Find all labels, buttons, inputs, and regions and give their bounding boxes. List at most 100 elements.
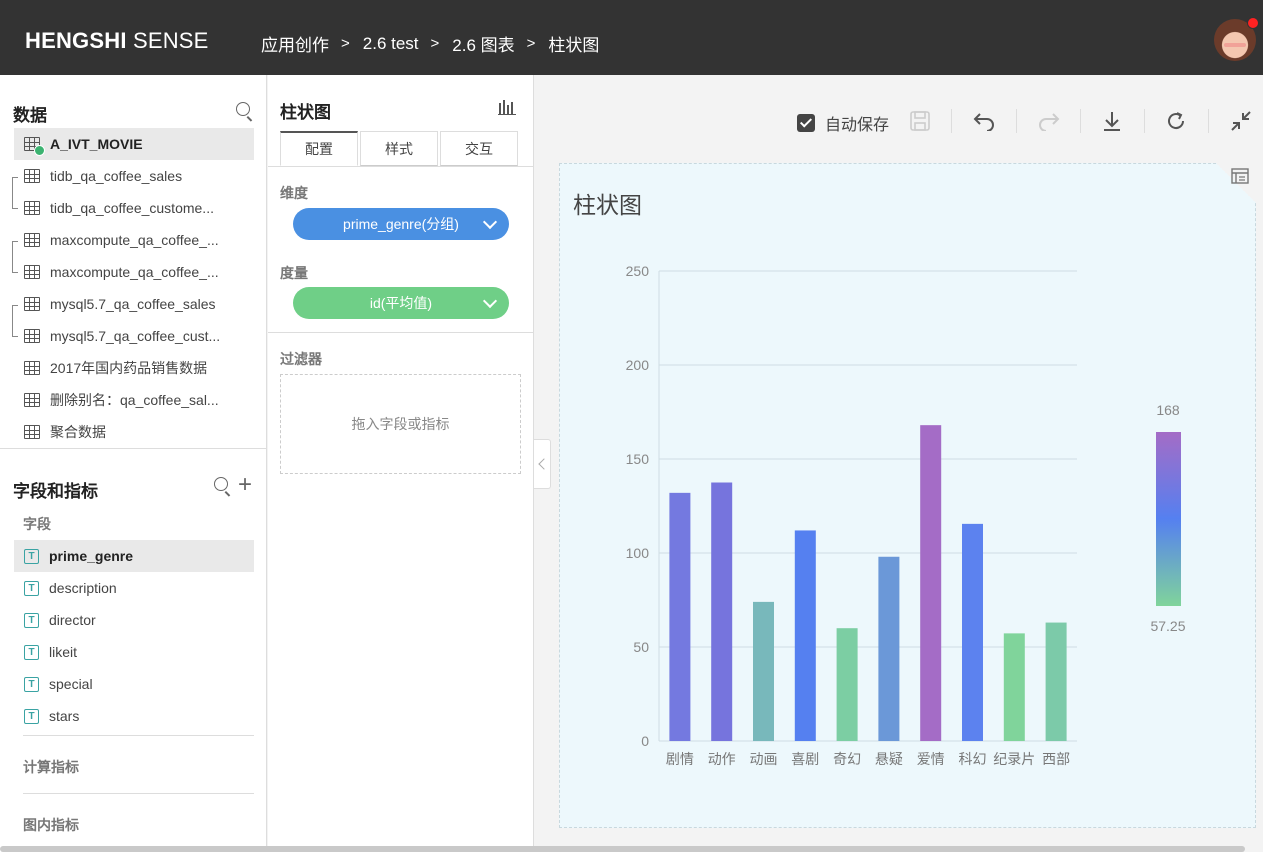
table-item-label: mysql5.7_qa_coffee_cust...	[50, 328, 221, 344]
table-item[interactable]: mysql5.7_qa_coffee_sales	[14, 288, 254, 320]
table-item[interactable]: 删除别名：qa_coffee_sal...	[14, 384, 254, 416]
save-icon[interactable]	[906, 107, 934, 135]
fields-search-icon[interactable]	[214, 477, 228, 491]
text-type-icon: T	[24, 644, 39, 660]
table-item-label: tidb_qa_coffee_sales	[50, 168, 183, 184]
bar[interactable]	[1045, 622, 1067, 741]
table-icon	[24, 393, 40, 407]
dimension-pill[interactable]: prime_genre(分组)	[293, 208, 509, 240]
breadcrumb-item-project[interactable]: 2.6 test	[363, 34, 419, 54]
table-icon	[24, 297, 40, 311]
collapse-icon[interactable]	[1227, 107, 1255, 135]
text-type-icon: T	[24, 676, 39, 692]
x-tick-label: 剧情	[666, 752, 694, 768]
field-item[interactable]: Tlikeit	[14, 636, 254, 668]
legend-gradient-bar[interactable]	[1156, 432, 1181, 606]
brand-logo[interactable]: HENGSHI SENSE	[25, 28, 209, 54]
y-tick-label: 150	[626, 451, 650, 467]
field-item-label: stars	[49, 708, 80, 724]
table-item[interactable]: maxcompute_qa_coffee_...	[14, 224, 254, 256]
field-item-label: likeit	[49, 644, 78, 660]
table-group-bracket	[12, 177, 18, 209]
table-item-label: tidb_qa_coffee_custome...	[50, 200, 214, 216]
brand-bold-text: HENGSHI	[25, 28, 127, 53]
bar[interactable]	[962, 523, 983, 741]
field-item[interactable]: Tprime_genre	[14, 540, 254, 572]
breadcrumb-item-current: 柱状图	[548, 36, 600, 55]
toolbar-separator	[1208, 109, 1209, 133]
table-icon	[24, 201, 40, 215]
legend-max-label: 168	[1156, 402, 1180, 418]
left-panel: 数据 A_IVT_MOVIE tidb_qa_coffee_sales tidb_q…	[0, 75, 267, 852]
table-item[interactable]: 聚合数据	[14, 416, 254, 448]
table-icon	[24, 265, 40, 279]
filter-drop-zone[interactable]: 拖入字段或指标	[280, 374, 521, 474]
breadcrumb-item-dashboard[interactable]: 2.6 图表	[452, 31, 514, 56]
filter-placeholder: 拖入字段或指标	[351, 416, 450, 432]
table-item-label: maxcompute_qa_coffee_...	[50, 264, 219, 280]
text-type-icon: T	[24, 708, 39, 724]
bar[interactable]	[1003, 633, 1025, 741]
measure-label: 度量	[280, 265, 308, 281]
x-tick-label: 纪录片	[993, 752, 1035, 768]
table-item[interactable]: 2017年国内药品销售数据	[14, 352, 254, 384]
data-search-icon[interactable]	[236, 102, 250, 116]
data-section-title: 数据	[13, 106, 47, 125]
horizontal-scrollbar[interactable]	[0, 846, 1245, 852]
autosave-checkbox[interactable]	[797, 114, 815, 132]
breadcrumb-item-app[interactable]: 应用创作	[261, 31, 329, 56]
field-item[interactable]: Tstars	[14, 700, 254, 732]
autosave-toggle[interactable]: 自动保存	[797, 111, 889, 135]
bar[interactable]	[669, 492, 691, 741]
chevron-down-icon[interactable]	[482, 293, 498, 309]
config-panel-title: 柱状图	[280, 103, 331, 122]
dimension-label: 维度	[280, 185, 308, 201]
bar[interactable]	[836, 628, 858, 741]
bar[interactable]	[711, 482, 733, 742]
tab-config[interactable]: 配置	[280, 131, 358, 166]
table-icon	[24, 137, 45, 156]
measure-pill[interactable]: id(平均值)	[293, 287, 509, 319]
table-item-label: 删除别名：qa_coffee_sal...	[50, 392, 219, 408]
table-icon	[24, 233, 40, 247]
redo-icon[interactable]	[1035, 107, 1063, 135]
x-tick-label: 爱情	[917, 752, 945, 768]
field-item[interactable]: Tdescription	[14, 572, 254, 604]
field-item[interactable]: Tdirector	[14, 604, 254, 636]
bar[interactable]	[794, 530, 816, 741]
legend-min-label: 57.25	[1150, 618, 1185, 634]
brand-light-text: SENSE	[132, 28, 209, 53]
table-item[interactable]: mysql5.7_qa_coffee_cust...	[14, 320, 254, 352]
table-item-label: maxcompute_qa_coffee_...	[50, 232, 219, 248]
refresh-icon[interactable]	[1162, 107, 1190, 135]
table-item[interactable]: A_IVT_MOVIE	[14, 128, 254, 160]
undo-icon[interactable]	[970, 107, 998, 135]
download-icon[interactable]	[1098, 107, 1126, 135]
chevron-left-icon	[538, 458, 550, 470]
x-tick-label: 奇幻	[833, 751, 861, 768]
collapse-panel-button[interactable]	[534, 439, 551, 489]
breadcrumb-separator: >	[526, 35, 536, 52]
tab-interaction[interactable]: 交互	[440, 131, 518, 166]
chart-card[interactable]: 柱状图 0 50 100 150 200 250 剧情 动作 动画 喜剧 奇幻 悬疑 爱情 科幻 纪录片 西部…	[559, 163, 1256, 828]
bar-chart[interactable]: 0 50 100 150 200 250 剧情 动作 动画 喜剧 奇幻 悬疑 爱情 科幻 纪录片 西部 168 5…	[560, 164, 1257, 829]
add-field-icon[interactable]: +	[238, 473, 252, 497]
tab-style[interactable]: 样式	[360, 131, 438, 166]
table-item[interactable]: tidb_qa_coffee_custome...	[14, 192, 254, 224]
calc-metrics-label[interactable]: 计算指标	[23, 757, 79, 777]
y-tick-label: 0	[641, 733, 649, 749]
dimension-value: prime_genre(分组)	[343, 216, 459, 232]
inchart-metrics-label[interactable]: 图内指标	[23, 815, 79, 835]
autosave-label: 自动保存	[825, 117, 890, 134]
bar[interactable]	[920, 425, 942, 741]
x-tick-label: 科幻	[959, 752, 987, 768]
field-item[interactable]: Tspecial	[14, 668, 254, 700]
table-item-label: 聚合数据	[50, 424, 106, 440]
bar[interactable]	[753, 601, 774, 741]
chevron-down-icon[interactable]	[482, 214, 498, 230]
table-item[interactable]: maxcompute_qa_coffee_...	[14, 256, 254, 288]
bar[interactable]	[878, 556, 900, 741]
bar-chart-icon[interactable]	[498, 99, 516, 115]
table-item[interactable]: tidb_qa_coffee_sales	[14, 160, 254, 192]
divider	[23, 735, 254, 736]
